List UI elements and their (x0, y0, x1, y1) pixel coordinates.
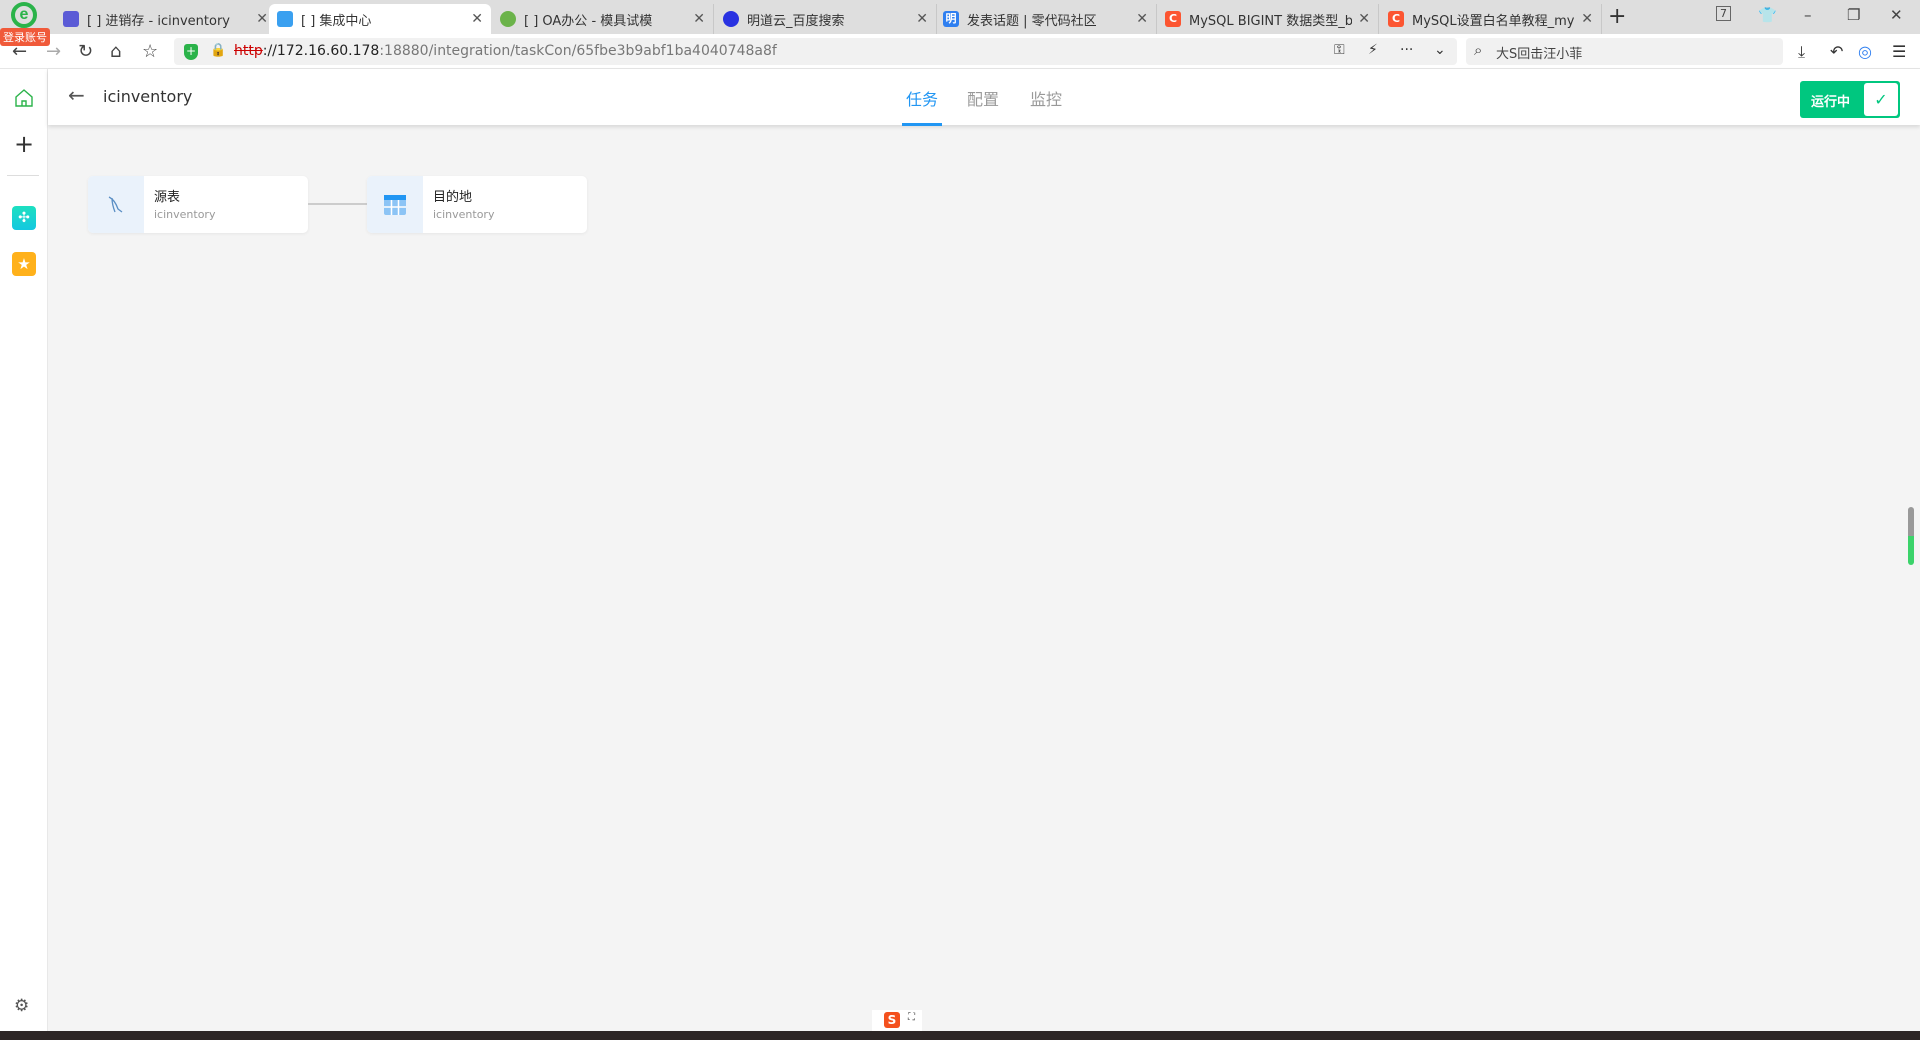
insecure-lock-icon: 🔒 (210, 43, 227, 58)
url-protocol: http (234, 43, 263, 59)
ime-toolbar: S ⛶ (872, 1010, 922, 1031)
source-label: 源表 (154, 190, 181, 205)
app-icon (500, 11, 516, 27)
shield-icon: + (184, 44, 198, 60)
integration-app-icon[interactable]: ✣ (12, 206, 36, 230)
scroll-indicator[interactable] (1908, 507, 1914, 565)
status-label: 运行中 (1811, 95, 1851, 110)
mysql-dolphin-icon (88, 176, 144, 233)
tab-monitor[interactable]: 监控 (1030, 86, 1062, 110)
close-tab-icon[interactable]: ✕ (1136, 11, 1148, 27)
sidebar: + ✣ ★ (0, 69, 48, 1031)
undo-icon[interactable]: ↶ (1830, 42, 1843, 61)
browser-tab[interactable]: C MySQL BIGINT 数据类型_bigint ✕ (1157, 4, 1379, 34)
favorites-icon[interactable]: ☆ (142, 41, 158, 62)
menu-icon[interactable]: ☰ (1892, 42, 1906, 61)
browser-tab-active[interactable]: [ ] 集成中心 ✕ (269, 4, 491, 34)
sidebar-divider (7, 175, 39, 176)
back-arrow-icon[interactable]: ← (68, 83, 85, 107)
tab-config[interactable]: 配置 (967, 86, 999, 110)
url-host: ://172.16.60.178 (262, 43, 380, 59)
source-subtitle: icinventory (154, 208, 216, 221)
tab-task[interactable]: 任务 (901, 86, 943, 126)
csdn-icon: C (1165, 11, 1181, 27)
download-icon[interactable]: ⤓ (1798, 42, 1805, 62)
app-icon (63, 11, 79, 27)
address-bar[interactable]: + 🔒 http://172.16.60.178:18880/integrati… (174, 38, 1457, 65)
close-tab-icon[interactable]: ✕ (1358, 11, 1370, 27)
tab-title: 明道云_百度搜索 (747, 13, 845, 29)
close-tab-icon[interactable]: ✕ (256, 11, 268, 27)
home-icon[interactable] (12, 87, 36, 111)
close-tab-icon[interactable]: ✕ (916, 11, 928, 27)
minimize-icon[interactable]: – (1804, 6, 1812, 24)
url-text[interactable]: http://172.16.60.178:18880/integration/t… (234, 43, 777, 59)
close-tab-icon[interactable]: ✕ (471, 11, 483, 27)
flow-connector (308, 203, 367, 205)
page-title: icinventory (103, 87, 193, 106)
browser-tab-bar: e 登录账号 [ ] 进销存 - icinventory ✕ [ ] 集成中心 ✕ … (0, 0, 1920, 46)
add-icon[interactable]: + (12, 132, 36, 157)
reload-icon[interactable]: ↻ (78, 41, 93, 62)
destination-subtitle: icinventory (433, 208, 495, 221)
table-icon (367, 176, 423, 233)
tab-title: [ ] OA办公 - 模具试模 (524, 13, 653, 29)
destination-label: 目的地 (433, 190, 473, 205)
skin-icon[interactable]: 👕 (1758, 6, 1777, 24)
running-status-button[interactable]: 运行中 ✓ (1800, 81, 1900, 118)
browser-logo-icon: e (11, 2, 37, 28)
more-icon[interactable]: ··· (1400, 42, 1413, 58)
tab-title: 发表话题 | 零代码社区 (967, 13, 1097, 29)
tab-title: [ ] 进销存 - icinventory (87, 13, 230, 29)
check-icon: ✓ (1864, 83, 1898, 116)
url-path: :18880/integration/taskCon/65fbe3b9abf1b… (379, 43, 777, 59)
home-icon[interactable]: ⌂ (110, 41, 121, 62)
sogou-ime-icon[interactable]: S (884, 1012, 900, 1028)
browser-tab[interactable]: [ ] OA办公 - 模具试模 ✕ (492, 4, 714, 34)
browser-logo[interactable]: e 登录账号 (0, 2, 50, 46)
chevron-down-icon[interactable]: ⌄ (1434, 42, 1446, 58)
tab-count-button[interactable]: 7 (1716, 6, 1731, 21)
destination-node[interactable]: 目的地 icinventory (367, 176, 587, 233)
new-tab-button[interactable]: + (1608, 4, 1626, 29)
key-icon[interactable]: ⚿ (1334, 42, 1345, 58)
fullscreen-icon[interactable]: ⛶ (908, 1012, 915, 1023)
csdn-icon: C (1388, 11, 1404, 27)
search-icon: ⌕ (1474, 41, 1483, 59)
os-taskbar (0, 1031, 1920, 1040)
browser-tab[interactable]: 明发表话题 | 零代码社区 ✕ (935, 4, 1157, 34)
settings-gear-icon[interactable]: ⚙ (14, 996, 29, 1016)
browser-tab[interactable]: 明道云_百度搜索 ✕ (715, 4, 937, 34)
browser-tab[interactable]: C MySQL设置白名单教程_mysql ✕ (1380, 4, 1602, 34)
tab-title: MySQL BIGINT 数据类型_bigint (1189, 13, 1353, 29)
search-text: 大S回击汪小菲 (1496, 47, 1583, 62)
close-tab-icon[interactable]: ✕ (1581, 11, 1593, 27)
page-header: ← icinventory 任务 配置 监控 运行中 ✓ (48, 69, 1920, 126)
close-tab-icon[interactable]: ✕ (693, 11, 705, 27)
restore-icon[interactable]: ❐ (1847, 6, 1860, 24)
login-account-badge[interactable]: 登录账号 (0, 28, 50, 46)
cube-icon (277, 11, 293, 27)
address-toolbar: ← → ↻ ⌂ ☆ + 🔒 http://172.16.60.178:18880… (0, 34, 1920, 69)
baidu-icon (723, 11, 739, 27)
tab-title: MySQL设置白名单教程_mysql (1412, 13, 1576, 29)
source-node[interactable]: 源表 icinventory (88, 176, 308, 233)
mingdao-icon: 明 (943, 11, 959, 27)
close-window-icon[interactable]: ✕ (1890, 6, 1903, 24)
lightning-icon[interactable]: ⚡ (1368, 42, 1378, 58)
browser-tab[interactable]: [ ] 进销存 - icinventory ✕ (55, 4, 277, 34)
search-input[interactable]: ⌕ 大S回击汪小菲 (1466, 38, 1783, 65)
extension-icon[interactable]: ◎ (1858, 42, 1872, 61)
tab-title: [ ] 集成中心 (301, 13, 372, 29)
star-app-icon[interactable]: ★ (12, 252, 36, 276)
